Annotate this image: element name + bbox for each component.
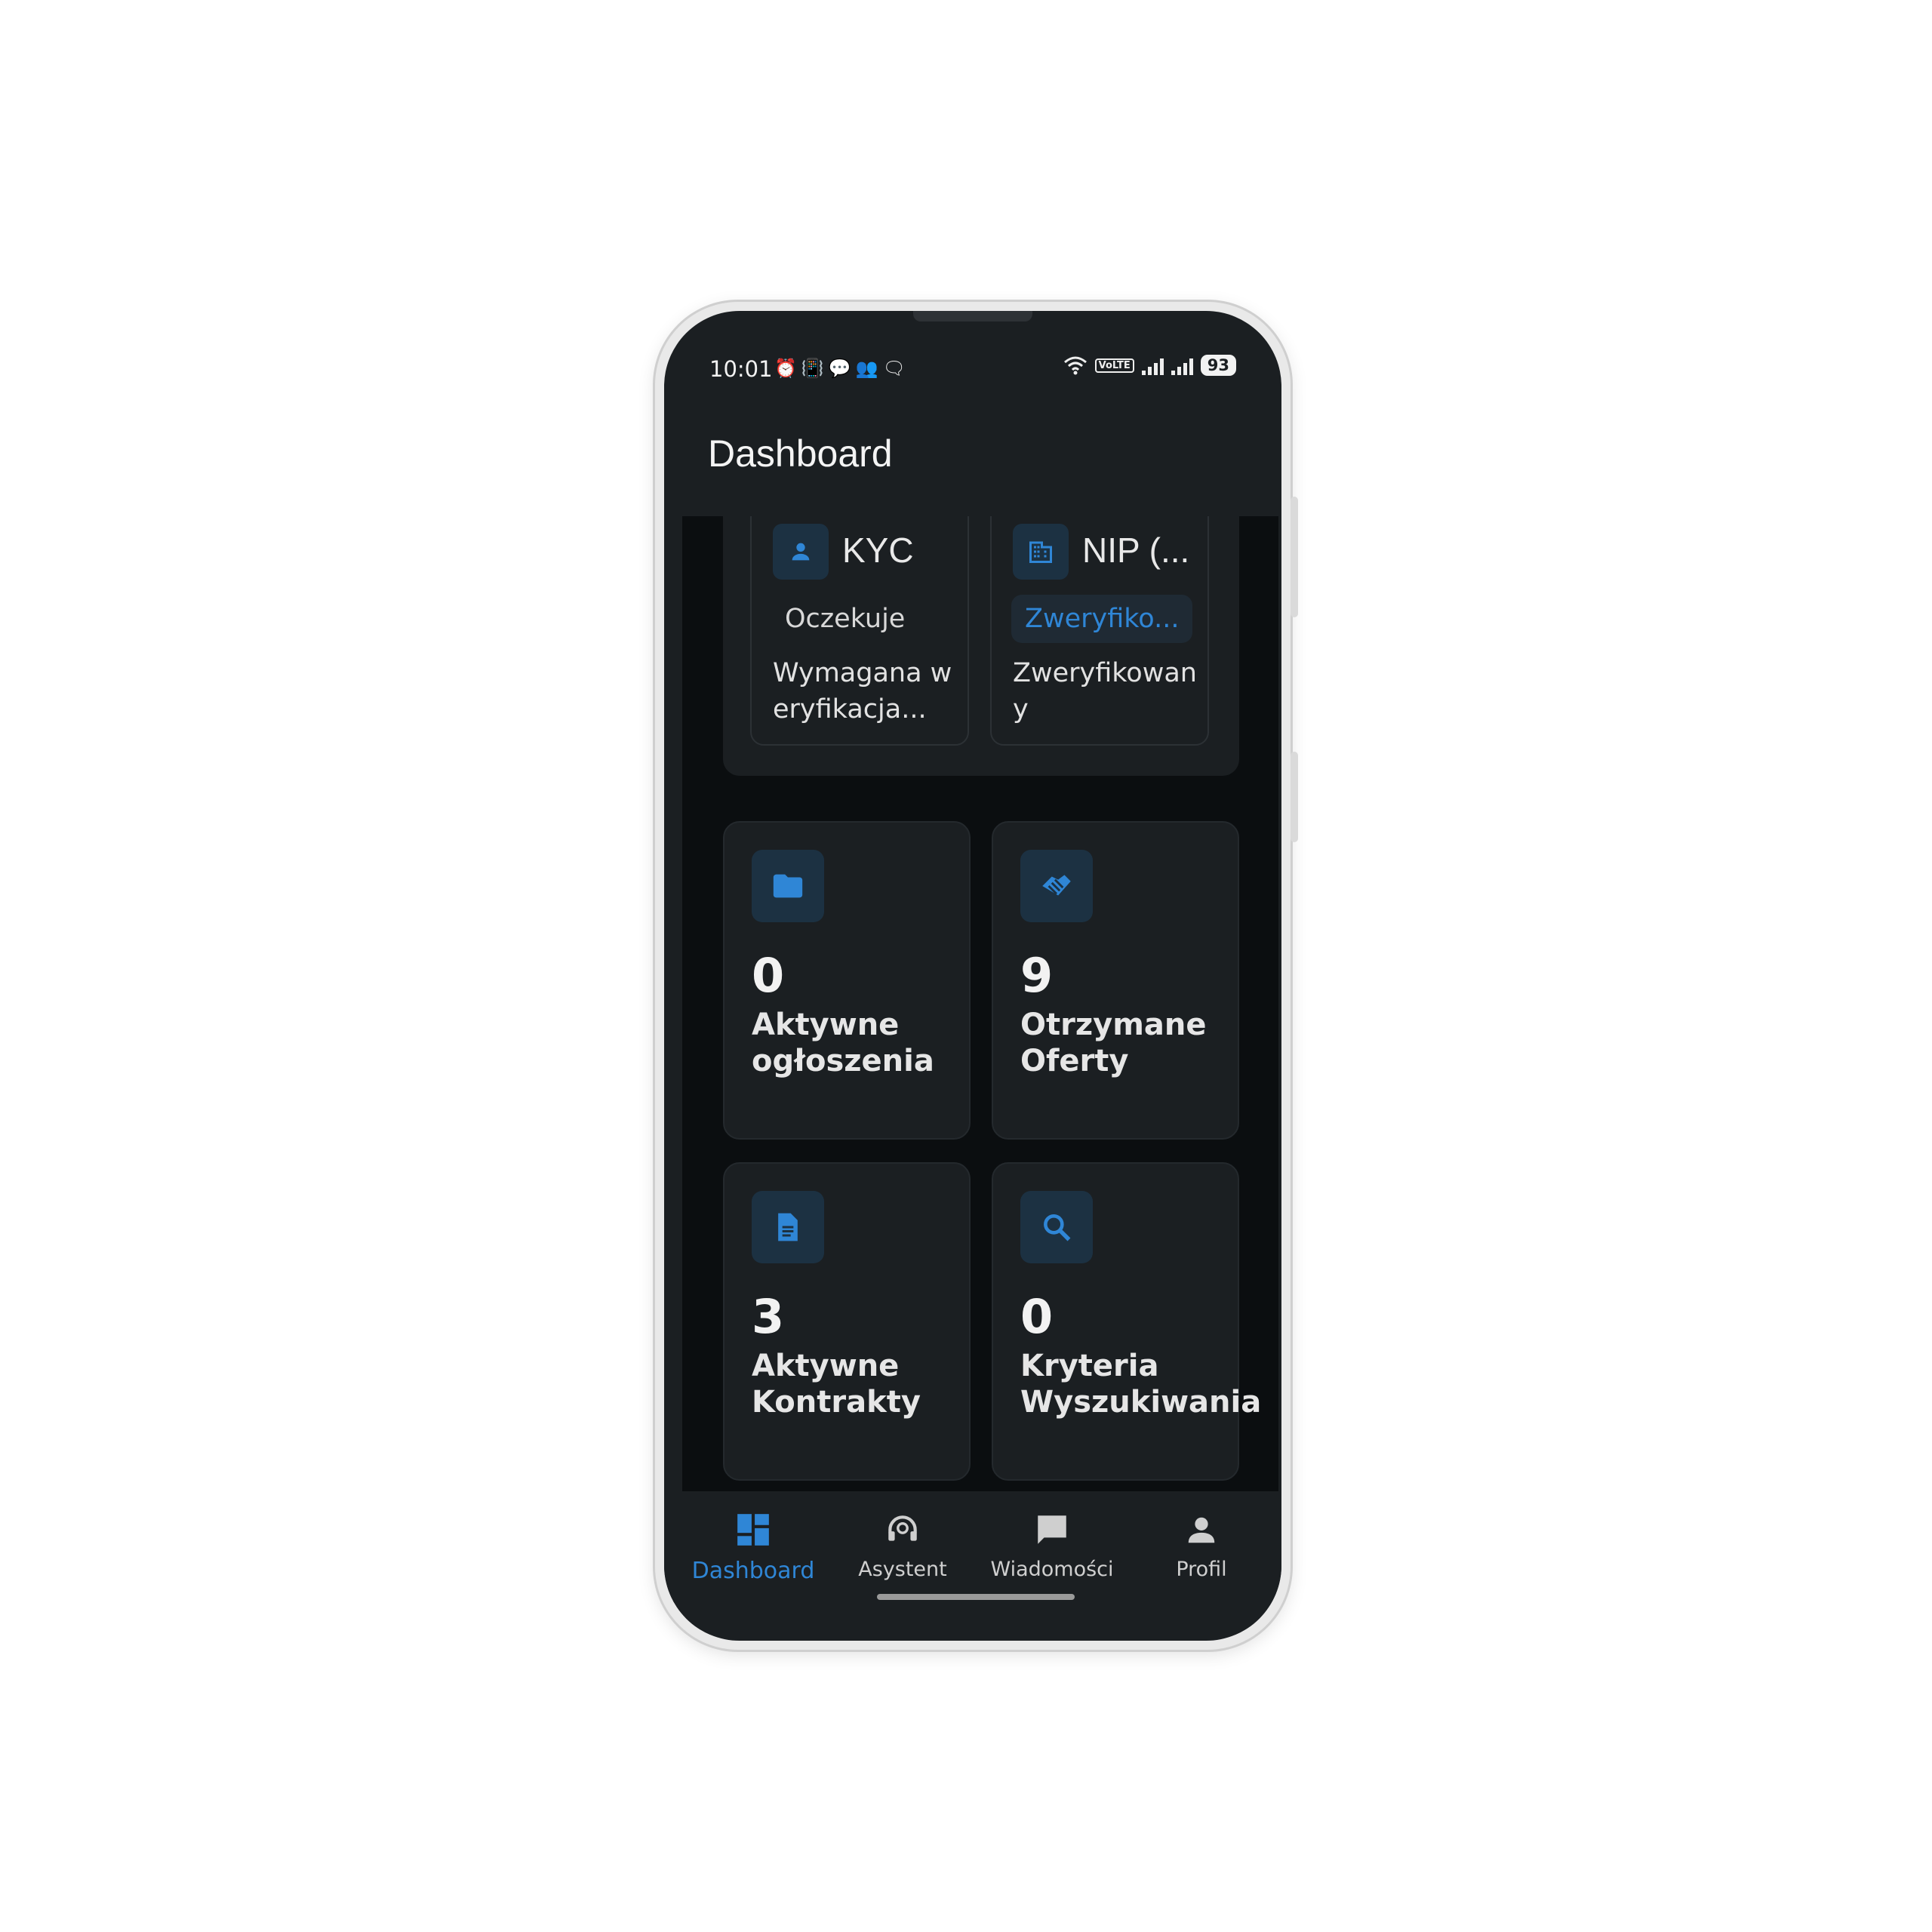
nav-label: Profil bbox=[1176, 1558, 1227, 1581]
home-indicator[interactable] bbox=[877, 1594, 1075, 1600]
speaker-notch bbox=[913, 311, 1032, 321]
message-icon: 🗨 bbox=[882, 358, 911, 379]
system-icons: VoLTE 93 bbox=[1063, 355, 1236, 376]
chat-icon bbox=[977, 1506, 1128, 1553]
power-button bbox=[1291, 497, 1298, 617]
nav-label: Dashboard bbox=[691, 1558, 815, 1584]
phone-frame: 10:01 ⏰📳💬👥🗨 VoLTE 93 Dashboard KYC Oczek… bbox=[655, 302, 1298, 1650]
nav-label: Wiadomości bbox=[990, 1558, 1114, 1581]
stat-value: 0 bbox=[1020, 1289, 1054, 1344]
stat-card-received-offers[interactable]: 9 Otrzymane Oferty bbox=[992, 821, 1239, 1140]
kyc-description: Wymagana weryfikacja... bbox=[773, 658, 952, 724]
status-time: 10:01 bbox=[709, 356, 773, 382]
notification-icons: ⏰📳💬👥🗨 bbox=[774, 358, 910, 379]
stat-value: 3 bbox=[752, 1289, 785, 1344]
search-icon bbox=[1020, 1191, 1093, 1263]
stat-label: Kryteria Wyszukiwania bbox=[1020, 1349, 1262, 1420]
bottom-navigation: Dashboard Asystent Wiadomości Profil bbox=[664, 1491, 1281, 1635]
person-icon bbox=[1126, 1506, 1277, 1553]
person-icon bbox=[773, 524, 829, 580]
stat-card-active-listings[interactable]: 0 Aktywne ogłoszenia bbox=[723, 821, 971, 1140]
document-icon bbox=[752, 1191, 824, 1263]
stat-card-search-criteria[interactable]: 0 Kryteria Wyszukiwania bbox=[992, 1162, 1262, 1481]
wifi-icon bbox=[1063, 356, 1087, 375]
status-bar: 10:01 ⏰📳💬👥🗨 VoLTE 93 bbox=[664, 350, 1281, 400]
stat-value: 0 bbox=[752, 948, 785, 1003]
screen: 10:01 ⏰📳💬👥🗨 VoLTE 93 Dashboard KYC Oczek… bbox=[664, 311, 1281, 1641]
nip-status-badge: Zweryfiko... bbox=[1011, 595, 1193, 643]
handshake-icon bbox=[1020, 850, 1093, 922]
stat-label: Aktywne ogłoszenia bbox=[752, 1008, 934, 1078]
building-icon bbox=[1013, 524, 1069, 580]
nav-messages[interactable]: Wiadomości bbox=[977, 1506, 1128, 1581]
dashboard-icon bbox=[678, 1506, 829, 1553]
signal-icon bbox=[1141, 355, 1164, 375]
stat-label: Otrzymane Oferty bbox=[1020, 1008, 1207, 1078]
kyc-card[interactable]: KYC Oczekuje Wymagana weryfikacja... bbox=[750, 516, 969, 746]
stat-value: 9 bbox=[1020, 948, 1054, 1003]
volume-button bbox=[1291, 752, 1298, 842]
nav-dashboard[interactable]: Dashboard bbox=[678, 1506, 829, 1584]
alarm-icon: ⏰ bbox=[774, 358, 801, 379]
kyc-title: KYC bbox=[842, 531, 914, 570]
folder-icon bbox=[752, 850, 824, 922]
chat-bubble-icon: 💬 bbox=[828, 358, 856, 379]
nip-card[interactable]: NIP (... Zweryfiko... Zweryfikowany bbox=[990, 516, 1209, 746]
nav-assistant[interactable]: Asystent bbox=[827, 1506, 978, 1581]
kyc-status-badge: Oczekuje bbox=[785, 604, 906, 634]
headset-icon bbox=[827, 1506, 978, 1553]
nip-description: Zweryfikowany bbox=[1013, 658, 1197, 724]
group-icon: 👥 bbox=[855, 358, 883, 379]
page-title: Dashboard bbox=[708, 432, 893, 475]
stat-card-active-contracts[interactable]: 3 Aktywne Kontrakty bbox=[723, 1162, 971, 1481]
nav-profile[interactable]: Profil bbox=[1126, 1506, 1277, 1581]
signal-icon bbox=[1171, 355, 1193, 375]
dashboard-content[interactable]: KYC Oczekuje Wymagana weryfikacja... NIP… bbox=[682, 516, 1278, 1491]
stat-label: Aktywne Kontrakty bbox=[752, 1349, 921, 1420]
volte-icon: VoLTE bbox=[1094, 358, 1134, 373]
vibrate-icon: 📳 bbox=[801, 358, 829, 379]
nav-label: Asystent bbox=[858, 1558, 947, 1581]
battery-level: 93 bbox=[1200, 355, 1236, 376]
nip-title: NIP (... bbox=[1082, 531, 1190, 570]
verification-panel: KYC Oczekuje Wymagana weryfikacja... NIP… bbox=[723, 516, 1239, 776]
